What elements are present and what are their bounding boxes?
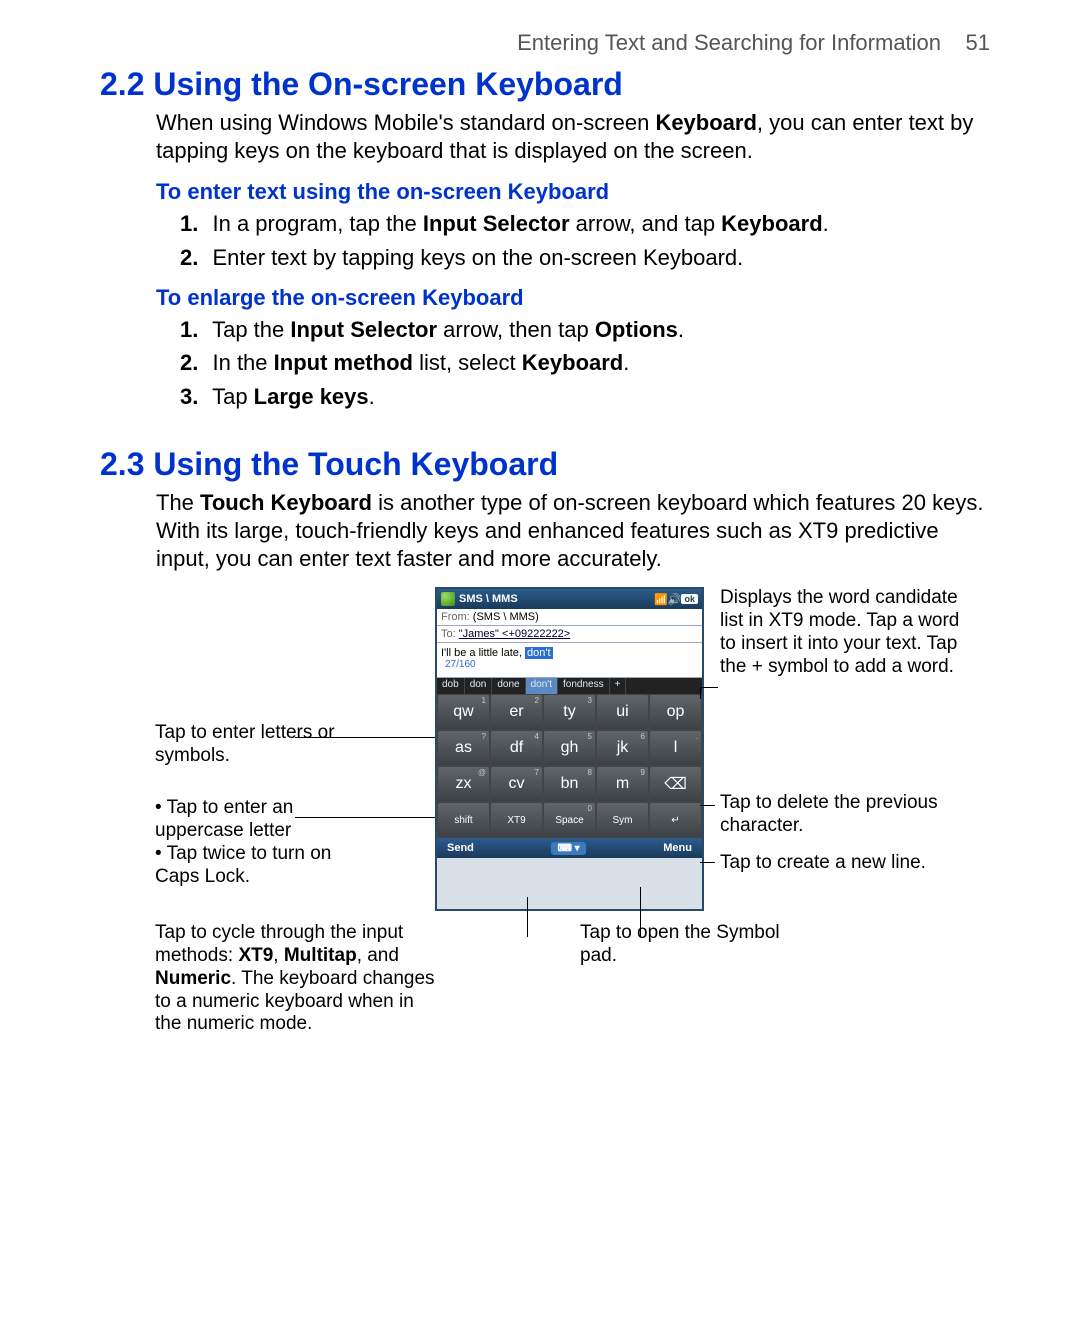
key-gh[interactable]: gh5 bbox=[544, 731, 595, 765]
candidate-word[interactable]: done bbox=[492, 678, 525, 694]
key-zx[interactable]: zx@ bbox=[438, 767, 489, 801]
key-⌫[interactable]: ⌫ bbox=[650, 767, 701, 801]
key-df[interactable]: df4 bbox=[491, 731, 542, 765]
key-l[interactable]: l. bbox=[650, 731, 701, 765]
section-2-3-heading: 2.3 Using the Touch Keyboard bbox=[100, 446, 990, 483]
phone-screenshot: SMS \ MMS 📶 🔊 ok From: (SMS \ MMS) To: "… bbox=[435, 587, 704, 911]
steps-enter-text: 1. In a program, tap the Input Selector … bbox=[180, 209, 990, 272]
steps-enlarge: 1. Tap the Input Selector arrow, then ta… bbox=[180, 315, 990, 412]
key-qw[interactable]: qw1 bbox=[438, 695, 489, 729]
sub-enlarge: To enlarge the on-screen Keyboard bbox=[156, 285, 990, 311]
key-op[interactable]: op bbox=[650, 695, 701, 729]
key-Sym[interactable]: Sym bbox=[597, 803, 648, 837]
step-3: 3. Tap Large keys. bbox=[180, 382, 990, 412]
step-1: 1. In a program, tap the Input Selector … bbox=[180, 209, 990, 239]
touch-keyboard: qw1er2ty3uiop as?df4gh5jk6l. zx@cv7bn8m9… bbox=[437, 694, 702, 838]
callout-candidate-list: Displays the word candidate list in XT9 … bbox=[720, 587, 980, 678]
key-bn[interactable]: bn8 bbox=[544, 767, 595, 801]
ok-button[interactable]: ok bbox=[681, 594, 698, 604]
to-field[interactable]: "James" <+09222222> bbox=[459, 628, 570, 640]
section-2-2-heading: 2.2 Using the On-screen Keyboard bbox=[100, 66, 990, 103]
sub-enter-text: To enter text using the on-screen Keyboa… bbox=[156, 179, 990, 205]
key-m[interactable]: m9 bbox=[597, 767, 648, 801]
section-2-2-intro: When using Windows Mobile's standard on-… bbox=[156, 109, 990, 165]
callout-letter-keys: Tap to enter letters or symbols. bbox=[155, 722, 355, 768]
prediction-highlight: don't bbox=[525, 647, 553, 659]
key-er[interactable]: er2 bbox=[491, 695, 542, 729]
key-Space[interactable]: Space0 bbox=[544, 803, 595, 837]
to-row: To: "James" <+09222222> bbox=[437, 626, 702, 643]
windows-icon bbox=[441, 592, 455, 606]
candidate-bar[interactable]: dobdondonedon'tfondness+ bbox=[437, 678, 702, 694]
callout-symbol-pad: Tap to open the Symbol pad. bbox=[580, 922, 780, 968]
key-XT9[interactable]: XT9 bbox=[491, 803, 542, 837]
step-2: 2. Enter text by tapping keys on the on-… bbox=[180, 243, 990, 273]
message-body[interactable]: I'll be a little late, don't 27/160 bbox=[437, 643, 702, 678]
key-ui[interactable]: ui bbox=[597, 695, 648, 729]
phone-titlebar: SMS \ MMS 📶 🔊 ok bbox=[437, 589, 702, 609]
soft-key-bar: Send ⌨ ▾ Menu bbox=[437, 838, 702, 858]
candidate-word[interactable]: don't bbox=[526, 678, 558, 694]
softkey-menu[interactable]: Menu bbox=[663, 842, 692, 854]
key-jk[interactable]: jk6 bbox=[597, 731, 648, 765]
key-cv[interactable]: cv7 bbox=[491, 767, 542, 801]
callout-delete: Tap to delete the previous character. bbox=[720, 792, 980, 838]
candidate-word[interactable]: + bbox=[610, 678, 627, 694]
from-row: From: (SMS \ MMS) bbox=[437, 609, 702, 626]
speaker-icon: 🔊 bbox=[668, 593, 682, 606]
callout-input-method: Tap to cycle through the input methods: … bbox=[155, 922, 445, 1036]
callout-newline: Tap to create a new line. bbox=[720, 852, 980, 875]
signal-icon: 📶 bbox=[654, 593, 668, 606]
candidate-word[interactable]: fondness bbox=[558, 678, 610, 694]
softkey-send[interactable]: Send bbox=[447, 842, 474, 854]
section-2-3-intro: The Touch Keyboard is another type of on… bbox=[156, 489, 990, 573]
step-1: 1. Tap the Input Selector arrow, then ta… bbox=[180, 315, 990, 345]
key-as[interactable]: as? bbox=[438, 731, 489, 765]
key-↵[interactable]: ↵ bbox=[650, 803, 701, 837]
page-number: 51 bbox=[966, 30, 990, 55]
callout-shift: Tap to enter an uppercase letter Tap twi… bbox=[155, 797, 355, 888]
candidate-word[interactable]: don bbox=[465, 678, 493, 694]
char-count: 27/160 bbox=[441, 659, 698, 670]
key-shift[interactable]: shift bbox=[438, 803, 489, 837]
manual-page: Entering Text and Searching for Informat… bbox=[0, 0, 1080, 1327]
touch-keyboard-figure: SMS \ MMS 📶 🔊 ok From: (SMS \ MMS) To: "… bbox=[100, 587, 990, 1067]
app-title: SMS \ MMS bbox=[459, 593, 518, 605]
input-selector[interactable]: ⌨ ▾ bbox=[551, 842, 585, 855]
chapter-title: Entering Text and Searching for Informat… bbox=[517, 30, 941, 55]
key-ty[interactable]: ty3 bbox=[544, 695, 595, 729]
candidate-word[interactable]: dob bbox=[437, 678, 465, 694]
step-2: 2. In the Input method list, select Keyb… bbox=[180, 348, 990, 378]
running-header: Entering Text and Searching for Informat… bbox=[100, 30, 990, 56]
